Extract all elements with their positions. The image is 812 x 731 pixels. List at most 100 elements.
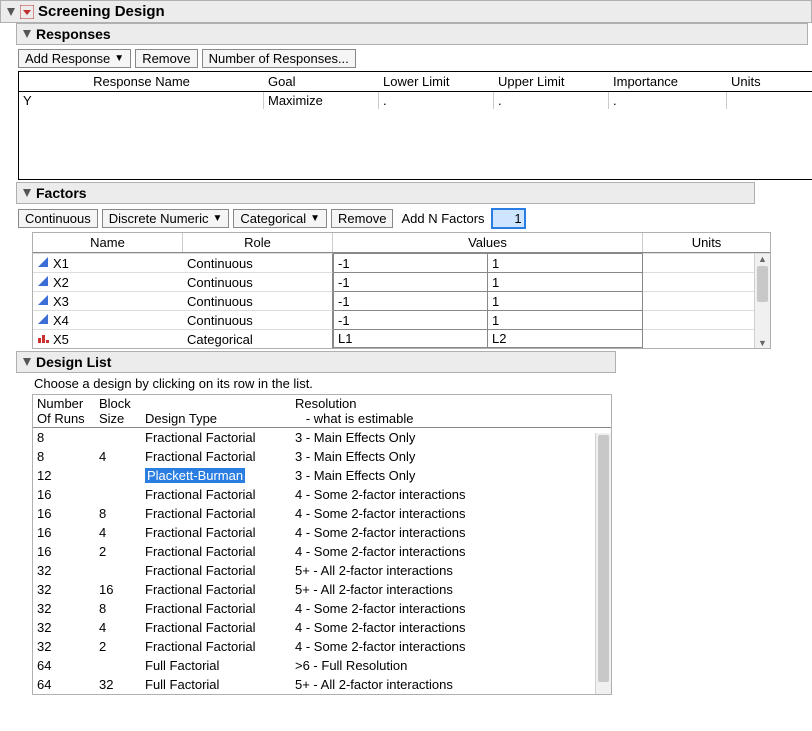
factor-row[interactable]: X4Continuous-11 <box>33 310 770 329</box>
factor-value-low-cell[interactable]: -1 <box>333 253 488 272</box>
col-name: Name <box>33 233 183 252</box>
design-resolution: 5+ - All 2-factor interactions <box>291 563 611 578</box>
design-row[interactable]: 32Fractional Factorial5+ - All 2-factor … <box>33 561 611 580</box>
add-response-label: Add Response <box>25 51 110 66</box>
factor-value-high-cell[interactable]: 1 <box>488 291 643 310</box>
design-runs: 16 <box>33 506 95 521</box>
remove-factor-button[interactable]: Remove <box>331 209 393 228</box>
disclosure-icon[interactable] <box>21 357 32 367</box>
response-cell-importance[interactable]: . <box>609 92 727 109</box>
continuous-icon <box>37 313 49 328</box>
design-row[interactable]: 168Fractional Factorial4 - Some 2-factor… <box>33 504 611 523</box>
design-row[interactable]: 3216Fractional Factorial5+ - All 2-facto… <box>33 580 611 599</box>
factor-value-high-cell[interactable]: L2 <box>488 329 643 348</box>
factor-units-cell[interactable] <box>643 310 770 329</box>
design-row[interactable]: 324Fractional Factorial4 - Some 2-factor… <box>33 618 611 637</box>
design-type: Fractional Factorial <box>145 430 256 445</box>
disclosure-icon[interactable] <box>21 188 32 198</box>
factors-scrollbar[interactable]: ▲ ▼ <box>754 254 770 348</box>
factor-role-cell[interactable]: Continuous <box>183 272 333 291</box>
factor-units-cell[interactable] <box>643 329 770 348</box>
scroll-up-icon[interactable]: ▲ <box>758 254 767 264</box>
design-block: 8 <box>95 506 141 521</box>
factor-role-cell[interactable]: Continuous <box>183 310 333 329</box>
design-row[interactable]: 164Fractional Factorial4 - Some 2-factor… <box>33 523 611 542</box>
response-cell-upper[interactable]: . <box>494 92 609 109</box>
continuous-icon <box>37 294 49 309</box>
factor-units-cell[interactable] <box>643 291 770 310</box>
factor-units-cell[interactable] <box>643 253 770 272</box>
design-type-cell: Plackett-Burman <box>141 468 291 483</box>
factor-role-cell[interactable]: Categorical <box>183 329 333 348</box>
design-type-cell: Fractional Factorial <box>141 563 291 578</box>
design-type: Fractional Factorial <box>145 639 256 654</box>
design-row[interactable]: 8Fractional Factorial3 - Main Effects On… <box>33 428 611 447</box>
factor-name-cell[interactable]: X2 <box>33 272 183 291</box>
design-resolution: 4 - Some 2-factor interactions <box>291 487 611 502</box>
design-row[interactable]: 12Plackett-Burman3 - Main Effects Only <box>33 466 611 485</box>
categorical-icon <box>37 332 49 347</box>
response-cell-lower[interactable]: . <box>379 92 494 109</box>
factor-value-low-cell[interactable]: -1 <box>333 291 488 310</box>
redmenu-icon[interactable] <box>20 5 34 19</box>
design-row[interactable]: 322Fractional Factorial4 - Some 2-factor… <box>33 637 611 656</box>
factor-role-cell[interactable]: Continuous <box>183 291 333 310</box>
factor-name: X1 <box>53 256 69 271</box>
response-cell-name[interactable]: Y <box>19 92 264 109</box>
factor-value-high-cell[interactable]: 1 <box>488 253 643 272</box>
number-of-responses-button[interactable]: Number of Responses... <box>202 49 356 68</box>
design-type-cell: Fractional Factorial <box>141 430 291 445</box>
main-title: Screening Design <box>38 3 165 20</box>
design-runs: 12 <box>33 468 95 483</box>
categorical-button[interactable]: Categorical ▼ <box>233 209 327 228</box>
factor-row[interactable]: X5 CategoricalL1L2 <box>33 329 770 348</box>
design-row[interactable]: 64Full Factorial>6 - Full Resolution <box>33 656 611 675</box>
factor-value-high-cell[interactable]: 1 <box>488 272 643 291</box>
factor-value-low-cell[interactable]: -1 <box>333 310 488 329</box>
design-list-table: Number Of Runs Block Size Design Type Re… <box>32 394 612 695</box>
factor-name-cell[interactable]: X1 <box>33 253 183 272</box>
response-cell-units[interactable] <box>727 92 812 109</box>
factor-name: X2 <box>53 275 69 290</box>
design-row[interactable]: 84Fractional Factorial3 - Main Effects O… <box>33 447 611 466</box>
col-upper-limit: Upper Limit <box>494 72 609 91</box>
design-row[interactable]: 328Fractional Factorial4 - Some 2-factor… <box>33 599 611 618</box>
factor-value-high-cell[interactable]: 1 <box>488 310 643 329</box>
disclosure-icon[interactable] <box>5 7 16 17</box>
scroll-down-icon[interactable]: ▼ <box>758 338 767 348</box>
design-row[interactable]: 6432Full Factorial5+ - All 2-factor inte… <box>33 675 611 694</box>
factor-row[interactable]: X1 Continuous-11 <box>33 253 770 272</box>
disclosure-icon[interactable] <box>21 29 32 39</box>
factor-name-cell[interactable]: X3 <box>33 291 183 310</box>
response-row[interactable]: YMaximize... <box>19 92 812 109</box>
remove-response-button[interactable]: Remove <box>135 49 197 68</box>
add-n-factors-input[interactable] <box>491 208 526 229</box>
continuous-button[interactable]: Continuous <box>18 209 98 228</box>
design-runs: 64 <box>33 677 95 692</box>
design-row[interactable]: 16Fractional Factorial4 - Some 2-factor … <box>33 485 611 504</box>
discrete-numeric-button[interactable]: Discrete Numeric ▼ <box>102 209 230 228</box>
factor-name-cell[interactable]: X4 <box>33 310 183 329</box>
design-resolution: 3 - Main Effects Only <box>291 449 611 464</box>
factor-row[interactable]: X3Continuous-11 <box>33 291 770 310</box>
design-type: Fractional Factorial <box>145 544 256 559</box>
response-cell-goal[interactable]: Maximize <box>264 92 379 109</box>
design-row[interactable]: 162Fractional Factorial4 - Some 2-factor… <box>33 542 611 561</box>
design-runs: 8 <box>33 449 95 464</box>
design-type-cell: Fractional Factorial <box>141 639 291 654</box>
design-resolution: 4 - Some 2-factor interactions <box>291 525 611 540</box>
design-list-scrollbar[interactable] <box>595 433 611 694</box>
add-response-button[interactable]: Add Response ▼ <box>18 49 131 68</box>
design-resolution: >6 - Full Resolution <box>291 658 611 673</box>
factor-name-cell[interactable]: X5 <box>33 329 183 348</box>
factor-value-low-cell[interactable]: L1 <box>333 329 488 348</box>
design-runs: 32 <box>33 582 95 597</box>
factor-name: X5 <box>53 332 69 347</box>
factor-row[interactable]: X2 Continuous-11 <box>33 272 770 291</box>
design-resolution: 4 - Some 2-factor interactions <box>291 506 611 521</box>
design-list-intro: Choose a design by clicking on its row i… <box>32 373 632 394</box>
factor-units-cell[interactable] <box>643 272 770 291</box>
factor-value-low-cell[interactable]: -1 <box>333 272 488 291</box>
factor-role-cell[interactable]: Continuous <box>183 253 333 272</box>
design-resolution: 4 - Some 2-factor interactions <box>291 639 611 654</box>
